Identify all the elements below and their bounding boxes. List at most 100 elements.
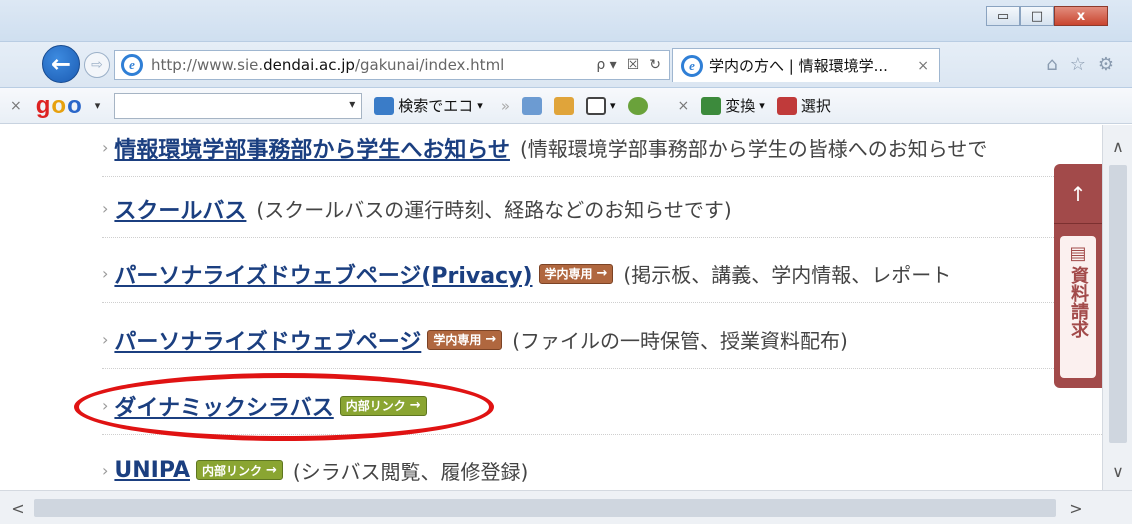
tab-close-icon[interactable]: × — [917, 58, 929, 74]
bullet-arrow-icon: › — [102, 138, 109, 157]
address-tools: ρ ▾ ☒ ↻ — [596, 57, 669, 73]
search-people-icon — [374, 96, 395, 115]
vertical-scroll-thumb[interactable] — [1109, 165, 1127, 443]
toolbar-close-2-icon[interactable]: × — [678, 98, 690, 114]
address-url[interactable]: http://www.sie.dendai.ac.jp/gakunai/inde… — [151, 56, 504, 74]
side-widget: ↑ ▤ 資料請求 — [1054, 164, 1102, 388]
search-dropdown-icon[interactable]: ρ ▾ — [596, 57, 616, 73]
navigation-bar: ← ⇨ e http://www.sie.dendai.ac.jp/gakuna… — [0, 42, 1132, 88]
link-unipa[interactable]: UNIPA — [114, 458, 190, 483]
highlight-ellipse — [74, 373, 494, 441]
bullet-arrow-icon: › — [102, 264, 109, 283]
scroll-left-icon[interactable]: < — [6, 497, 30, 519]
bullet-arrow-icon: › — [102, 330, 109, 349]
pen-icon — [522, 96, 543, 115]
toolbar-tool-4[interactable] — [627, 96, 648, 115]
scroll-right-icon[interactable]: > — [1064, 497, 1088, 519]
horizontal-scrollbar[interactable]: < > — [0, 490, 1132, 524]
link-description: (掲示板、講義、学内情報、レポート — [623, 263, 952, 287]
convert-icon — [701, 96, 722, 115]
bullet-arrow-icon: › — [102, 460, 109, 480]
internal-only-badge: 学内専用 → — [538, 263, 614, 284]
toolbar-tool-1[interactable] — [522, 96, 543, 115]
convert-caret: ▾ — [759, 99, 765, 112]
eco-search-label: 検索でエコ — [398, 97, 474, 115]
link-personalized-privacy[interactable]: パーソナライズドウェブページ(Privacy) — [114, 258, 532, 290]
goo-toolbar: × goo ▾ 検索でエコ ▾ » ▾ × 変換 ▾ 選択 — [0, 88, 1132, 124]
link-school-bus[interactable]: スクールバス — [114, 193, 246, 225]
link-description: (スクールバスの運行時刻、経路などのお知らせです) — [256, 198, 732, 222]
link-office-notice[interactable]: 情報環境学部事務部から学生へお知らせ — [114, 132, 510, 164]
list-item: › パーソナライズドウェブページ(Privacy) 学内専用 → (掲示板、講義、… — [102, 245, 1102, 303]
back-button[interactable]: ← — [42, 45, 80, 83]
vertical-scrollbar[interactable]: ∧ ∨ — [1102, 125, 1132, 490]
bullet-arrow-icon: › — [102, 199, 109, 218]
request-materials-label: 資料請求 — [1068, 266, 1089, 338]
list-item: › パーソナライズドウェブページ 学内専用 → (ファイルの一時保管、授業資料配布… — [102, 311, 1102, 369]
list-item: › UNIPA 内部リンク → (シラバス閲覧、履修登録) — [102, 441, 1102, 490]
tab-title: 学内の方へ | 情報環境学... — [709, 57, 888, 75]
window-icon — [586, 96, 607, 115]
scroll-up-icon[interactable]: ∧ — [1103, 133, 1132, 159]
browser-icons: ⌂ ☆ ⚙ — [1046, 54, 1114, 75]
compatibility-view-icon[interactable]: ☒ — [627, 57, 640, 73]
url-path: /gakunai/index.html — [354, 56, 505, 74]
logo-dropdown-icon[interactable]: ▾ — [95, 99, 101, 112]
goo-logo[interactable]: goo — [36, 92, 83, 120]
request-materials-button[interactable]: ▤ 資料請求 — [1060, 236, 1096, 378]
scroll-down-icon[interactable]: ∨ — [1103, 458, 1132, 484]
convert-button[interactable]: 変換 ▾ — [701, 95, 765, 116]
badge-arrow-icon: → — [266, 462, 277, 478]
internal-link-badge: 内部リンク → — [196, 460, 283, 480]
badge-label: 学内専用 — [544, 267, 593, 281]
document-icon: ▤ — [1069, 243, 1087, 264]
list-item: › スクールバス (スクールバスの運行時刻、経路などのお知らせです) — [102, 180, 1102, 238]
eco-search-button[interactable]: 検索でエコ ▾ — [374, 95, 483, 116]
badge-arrow-icon: → — [596, 266, 608, 281]
badge-arrow-icon: → — [485, 332, 497, 347]
logo-g: g — [35, 91, 52, 119]
ie-page-icon: e — [121, 54, 143, 76]
horizontal-scroll-thumb[interactable] — [34, 499, 1056, 517]
eco-search-caret: ▾ — [477, 99, 483, 112]
toolbar-tool-2[interactable] — [554, 96, 575, 115]
logo-o2: o — [67, 91, 83, 119]
toolbar-tool-3[interactable]: ▾ — [586, 96, 616, 115]
toolbar-chevrons[interactable]: » — [501, 97, 510, 115]
list-item: › 情報環境学部事務部から学生へお知らせ (情報環境学部事務部から学生の皆様への… — [102, 125, 1102, 177]
badge-label: 内部リンク — [202, 463, 263, 478]
toolbar-search-input[interactable] — [114, 92, 363, 119]
address-bar[interactable]: e http://www.sie.dendai.ac.jp/gakunai/in… — [114, 50, 670, 80]
sprout-icon — [627, 96, 648, 115]
home-icon[interactable]: ⌂ — [1046, 54, 1057, 75]
favorites-star-icon[interactable]: ☆ — [1070, 54, 1086, 75]
internal-only-badge: 学内専用 → — [427, 329, 503, 350]
link-description: (シラバス閲覧、履修登録) — [292, 459, 529, 484]
link-personalized[interactable]: パーソナライズドウェブページ — [114, 324, 421, 356]
toolbar-close-icon[interactable]: × — [10, 98, 22, 114]
tab-active[interactable]: e 学内の方へ | 情報環境学... × — [672, 48, 940, 82]
link-description: (情報環境学部事務部から学生の皆様へのお知らせで — [519, 137, 988, 161]
select-button[interactable]: 選択 — [776, 95, 831, 116]
weather-icon — [554, 96, 575, 115]
badge-label: 学内専用 — [433, 333, 482, 347]
url-domain: dendai.ac.jp — [263, 56, 355, 74]
settings-gear-icon[interactable]: ⚙ — [1098, 54, 1114, 75]
maximize-button[interactable]: □ — [1020, 6, 1054, 26]
select-label: 選択 — [800, 97, 831, 115]
convert-label: 変換 — [725, 97, 756, 115]
tab-ie-icon: e — [681, 54, 703, 77]
window-titlebar: ▭ □ x — [0, 0, 1132, 42]
page-content: › 情報環境学部事務部から学生へお知らせ (情報環境学部事務部から学生の皆様への… — [0, 125, 1102, 490]
refresh-icon[interactable]: ↻ — [649, 57, 661, 73]
tool3-caret: ▾ — [610, 99, 616, 112]
scroll-to-top-button[interactable]: ↑ — [1054, 164, 1102, 224]
url-prefix: http://www.sie. — [151, 56, 264, 74]
close-button[interactable]: x — [1054, 6, 1108, 26]
minimize-button[interactable]: ▭ — [986, 6, 1020, 26]
select-icon — [776, 96, 797, 115]
logo-o1: o — [51, 91, 68, 119]
link-description: (ファイルの一時保管、授業資料配布) — [512, 329, 848, 353]
forward-button[interactable]: ⇨ — [84, 52, 110, 78]
window-controls: ▭ □ x — [986, 6, 1108, 26]
